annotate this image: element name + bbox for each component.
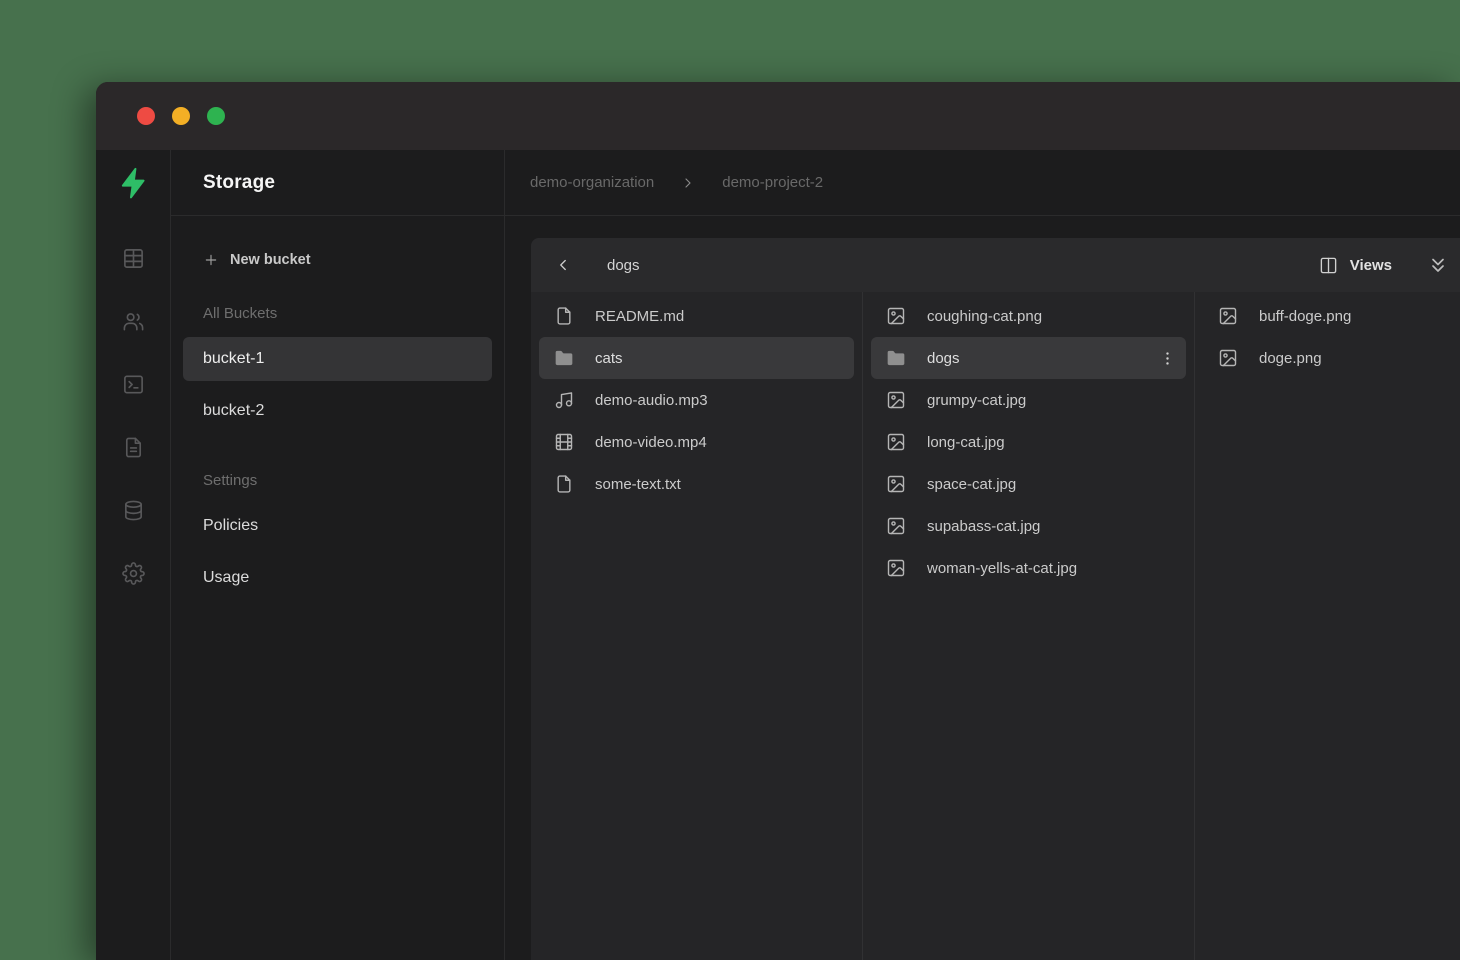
folder-icon: [554, 348, 574, 368]
file-row-grumpy-cat-jpg[interactable]: grumpy-cat.jpg: [871, 379, 1186, 421]
section-heading: Settings: [203, 461, 504, 499]
breadcrumb-item[interactable]: demo-project-2: [722, 174, 823, 191]
sidebar-list: Policies Usage: [171, 504, 504, 600]
audio-icon: [554, 390, 574, 410]
new-bucket-label: New bucket: [230, 252, 311, 268]
content-area: demo-organization demo-project-2 dogs Vie…: [505, 150, 1460, 960]
folder-icon: [886, 348, 906, 368]
file-columns: README.md cats demo-audio.mp3 demo-video.mp…: [531, 292, 1460, 960]
rail-item-logs[interactable]: [122, 436, 145, 459]
item-name: README.md: [595, 308, 684, 325]
file-row-readme-md[interactable]: README.md: [539, 295, 854, 337]
toolbar-right: Views: [1319, 253, 1450, 277]
breadcrumb-separator-icon: [680, 175, 696, 191]
file-row-demo-video-mp4[interactable]: demo-video.mp4: [539, 421, 854, 463]
minimize-window-button[interactable]: [172, 107, 190, 125]
primary-nav-rail: [96, 150, 171, 960]
current-folder-label: dogs: [607, 257, 640, 274]
close-window-button[interactable]: [137, 107, 155, 125]
image-icon: [1218, 306, 1238, 326]
columns-icon: [1319, 256, 1338, 275]
image-icon: [886, 516, 906, 536]
image-icon: [1218, 348, 1238, 368]
supabase-logo[interactable]: [96, 150, 170, 216]
back-button[interactable]: [543, 245, 583, 285]
file-row-space-cat-jpg[interactable]: space-cat.jpg: [871, 463, 1186, 505]
rail-item-auth-users[interactable]: [122, 310, 145, 333]
storage-sidebar: Storage New bucket All Bucketsbucket-1bu…: [171, 150, 505, 960]
file-column-3: buff-doge.png doge.png: [1195, 292, 1460, 960]
sidebar-item-bucket-1[interactable]: bucket-1: [183, 337, 492, 381]
file-icon: [554, 474, 574, 494]
maximize-window-button[interactable]: [207, 107, 225, 125]
item-name: demo-video.mp4: [595, 434, 707, 451]
file-column-1: README.md cats demo-audio.mp3 demo-video.mp…: [531, 292, 863, 960]
file-row-supabass-cat-jpg[interactable]: supabass-cat.jpg: [871, 505, 1186, 547]
gear-icon: [122, 562, 145, 585]
app-body: Storage New bucket All Bucketsbucket-1bu…: [96, 150, 1460, 960]
file-column-2: coughing-cat.png dogs grumpy-cat.jpg long-c…: [863, 292, 1195, 960]
image-icon: [886, 558, 906, 578]
file-browser-panel: dogs Views README.md cats demo-audio.mp3 de…: [531, 238, 1460, 960]
sidebar-item-usage[interactable]: Usage: [183, 556, 492, 600]
item-name: some-text.txt: [595, 476, 681, 493]
folder-row-cats[interactable]: cats: [539, 337, 854, 379]
breadcrumb: demo-organization demo-project-2: [505, 150, 1460, 216]
page-title: Storage: [203, 172, 275, 194]
rail-nav: [122, 247, 145, 585]
window-titlebar: [96, 82, 1460, 150]
sidebar-header: Storage: [171, 150, 504, 216]
rail-item-table-editor[interactable]: [122, 247, 145, 270]
rail-item-database[interactable]: [122, 499, 145, 522]
item-actions-menu-button[interactable]: [1158, 349, 1176, 367]
file-row-some-text-txt[interactable]: some-text.txt: [539, 463, 854, 505]
item-name: supabass-cat.jpg: [927, 518, 1040, 535]
file-row-demo-audio-mp3[interactable]: demo-audio.mp3: [539, 379, 854, 421]
image-icon: [886, 474, 906, 494]
browser-toolbar: dogs Views: [531, 238, 1460, 292]
file-icon: [554, 306, 574, 326]
item-name: dogs: [927, 350, 960, 367]
item-name: demo-audio.mp3: [595, 392, 708, 409]
sidebar-item-policies[interactable]: Policies: [183, 504, 492, 548]
video-icon: [554, 432, 574, 452]
terminal-icon: [122, 373, 145, 396]
collapse-panel-button[interactable]: [1426, 253, 1450, 277]
views-button[interactable]: Views: [1319, 256, 1392, 275]
item-name: long-cat.jpg: [927, 434, 1005, 451]
sidebar-body: New bucket All Buckets bucket-1 bucket-2 Se…: [171, 216, 504, 600]
item-name: grumpy-cat.jpg: [927, 392, 1026, 409]
new-bucket-button[interactable]: New bucket: [203, 240, 504, 280]
database-icon: [122, 499, 145, 522]
table-icon: [122, 247, 145, 270]
item-name: coughing-cat.png: [927, 308, 1042, 325]
item-name: woman-yells-at-cat.jpg: [927, 560, 1077, 577]
item-name: buff-doge.png: [1259, 308, 1351, 325]
image-icon: [886, 306, 906, 326]
sidebar-list: bucket-1 bucket-2: [171, 337, 504, 433]
sidebar-sections: All Buckets bucket-1 bucket-2 Settings Polic…: [171, 294, 504, 600]
folder-row-dogs[interactable]: dogs: [871, 337, 1186, 379]
item-name: doge.png: [1259, 350, 1322, 367]
file-row-coughing-cat-png[interactable]: coughing-cat.png: [871, 295, 1186, 337]
file-row-long-cat-jpg[interactable]: long-cat.jpg: [871, 421, 1186, 463]
file-text-icon: [122, 436, 145, 459]
file-row-woman-yells-at-cat-jpg[interactable]: woman-yells-at-cat.jpg: [871, 547, 1186, 589]
app-window: Storage New bucket All Bucketsbucket-1bu…: [96, 82, 1460, 960]
users-icon: [122, 310, 145, 333]
breadcrumb-item[interactable]: demo-organization: [530, 174, 654, 191]
file-row-doge-png[interactable]: doge.png: [1203, 337, 1452, 379]
rail-item-settings[interactable]: [122, 562, 145, 585]
image-icon: [886, 432, 906, 452]
item-name: cats: [595, 350, 623, 367]
plus-icon: [203, 252, 219, 268]
image-icon: [886, 390, 906, 410]
views-label: Views: [1350, 257, 1392, 274]
sidebar-item-bucket-2[interactable]: bucket-2: [183, 389, 492, 433]
file-row-buff-doge-png[interactable]: buff-doge.png: [1203, 295, 1452, 337]
rail-item-sql-terminal[interactable]: [122, 373, 145, 396]
supabase-bolt-icon: [116, 166, 150, 200]
item-name: space-cat.jpg: [927, 476, 1016, 493]
section-heading: All Buckets: [203, 294, 504, 332]
